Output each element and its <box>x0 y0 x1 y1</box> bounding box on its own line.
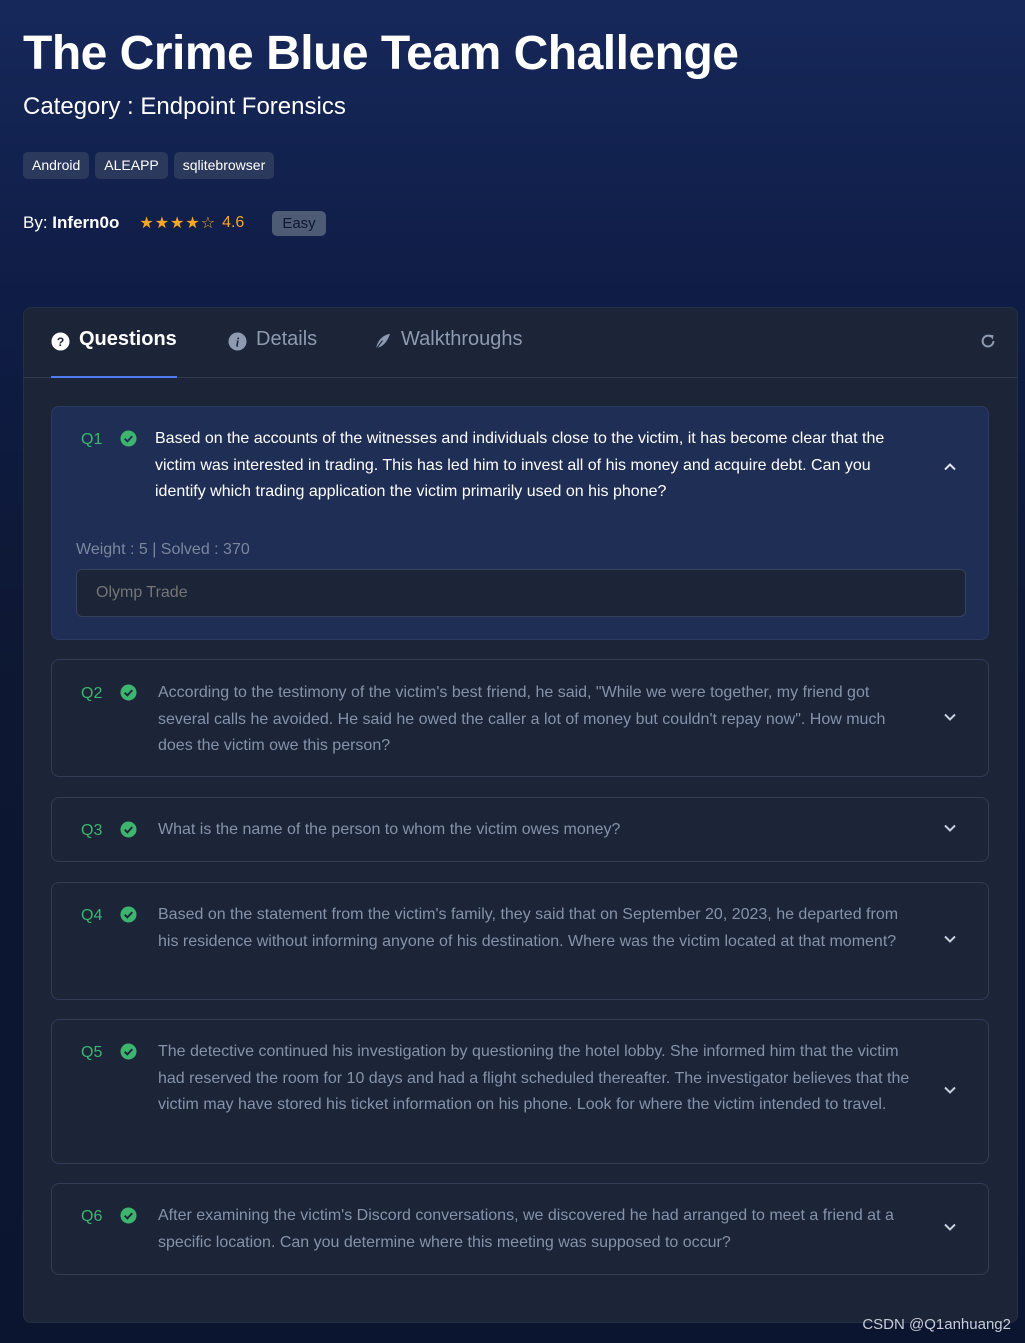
question-text: The detective continued his investigatio… <box>158 1043 910 1113</box>
svg-text:?: ? <box>57 335 65 349</box>
question-item-q1[interactable]: Q1 Based on the accounts of the witnesse… <box>51 406 989 640</box>
question-text: Based on the accounts of the witnesses a… <box>155 430 885 500</box>
question-number: Q5 <box>81 1044 103 1061</box>
solved-check-icon <box>120 821 137 838</box>
solved-check-icon <box>120 906 137 923</box>
chevron-down-icon[interactable] <box>942 1082 960 1100</box>
solved-check-icon <box>120 430 137 447</box>
rating-value: 4.6 <box>222 214 245 231</box>
tab-details-label: Details <box>256 328 318 350</box>
questions-panel: ? Questions i Details Walkthroughs Q1 Ba… <box>23 307 1018 1323</box>
svg-text:i: i <box>236 335 240 349</box>
byline: By: Infern0o ★★★★☆ 4.6 Easy <box>23 209 326 237</box>
question-item-q2[interactable]: Q2 According to the testimony of the vic… <box>51 659 989 777</box>
tab-walkthroughs[interactable]: Walkthroughs <box>373 328 523 378</box>
question-circle-icon: ? <box>51 332 70 351</box>
author-name[interactable]: Infern0o <box>52 213 119 232</box>
question-text: After examining the victim's Discord con… <box>158 1207 894 1251</box>
question-text: According to the testimony of the victim… <box>158 684 886 754</box>
difficulty-badge: Easy <box>272 210 326 236</box>
question-number: Q1 <box>81 431 103 448</box>
tab-details[interactable]: i Details <box>228 328 317 378</box>
question-item-q6[interactable]: Q6 After examining the victim's Discord … <box>51 1183 989 1275</box>
tab-walkthroughs-label: Walkthroughs <box>401 328 523 350</box>
weight-solved-info: Weight : 5 | Solved : 370 <box>76 541 250 558</box>
solved-check-icon <box>120 684 137 701</box>
challenge-category: Category : Endpoint Forensics <box>23 93 346 120</box>
tag-android[interactable]: Android <box>23 152 90 179</box>
tag-aleapp[interactable]: ALEAPP <box>95 152 168 179</box>
question-number: Q2 <box>81 685 103 702</box>
refresh-icon[interactable] <box>979 332 999 352</box>
tab-questions-label: Questions <box>79 328 177 350</box>
watermark: CSDN @Q1anhuang2 <box>862 1316 1011 1333</box>
question-number: Q6 <box>81 1208 103 1225</box>
challenge-title: The Crime Blue Team Challenge <box>23 27 739 80</box>
author: By: Infern0o <box>23 213 119 233</box>
challenge-header: The Crime Blue Team Challenge Category :… <box>0 0 1025 300</box>
chevron-up-icon[interactable] <box>942 459 960 477</box>
info-circle-icon: i <box>228 332 247 351</box>
answer-input[interactable] <box>76 569 966 617</box>
tab-questions[interactable]: ? Questions <box>51 328 177 378</box>
question-text: Based on the statement from the victim's… <box>158 906 899 950</box>
star-rating-icon: ★★★★☆ <box>139 215 217 232</box>
tag-sqlitebrowser[interactable]: sqlitebrowser <box>173 152 275 179</box>
question-text: What is the name of the person to whom t… <box>158 821 621 838</box>
question-item-q4[interactable]: Q4 Based on the statement from the victi… <box>51 882 989 1000</box>
question-item-q5[interactable]: Q5 The detective continued his investiga… <box>51 1019 989 1164</box>
tab-bar: ? Questions i Details Walkthroughs <box>24 308 1017 378</box>
chevron-down-icon[interactable] <box>942 1219 960 1237</box>
question-item-q3[interactable]: Q3 What is the name of the person to who… <box>51 797 989 862</box>
chevron-down-icon[interactable] <box>942 820 960 838</box>
feather-icon <box>373 332 392 351</box>
tag-list: Android ALEAPP sqlitebrowser <box>23 152 275 179</box>
solved-check-icon <box>120 1207 137 1224</box>
solved-check-icon <box>120 1043 137 1060</box>
by-label: By: <box>23 213 53 232</box>
chevron-down-icon[interactable] <box>942 709 960 727</box>
question-number: Q3 <box>81 822 103 839</box>
question-number: Q4 <box>81 907 103 924</box>
chevron-down-icon[interactable] <box>942 931 960 949</box>
